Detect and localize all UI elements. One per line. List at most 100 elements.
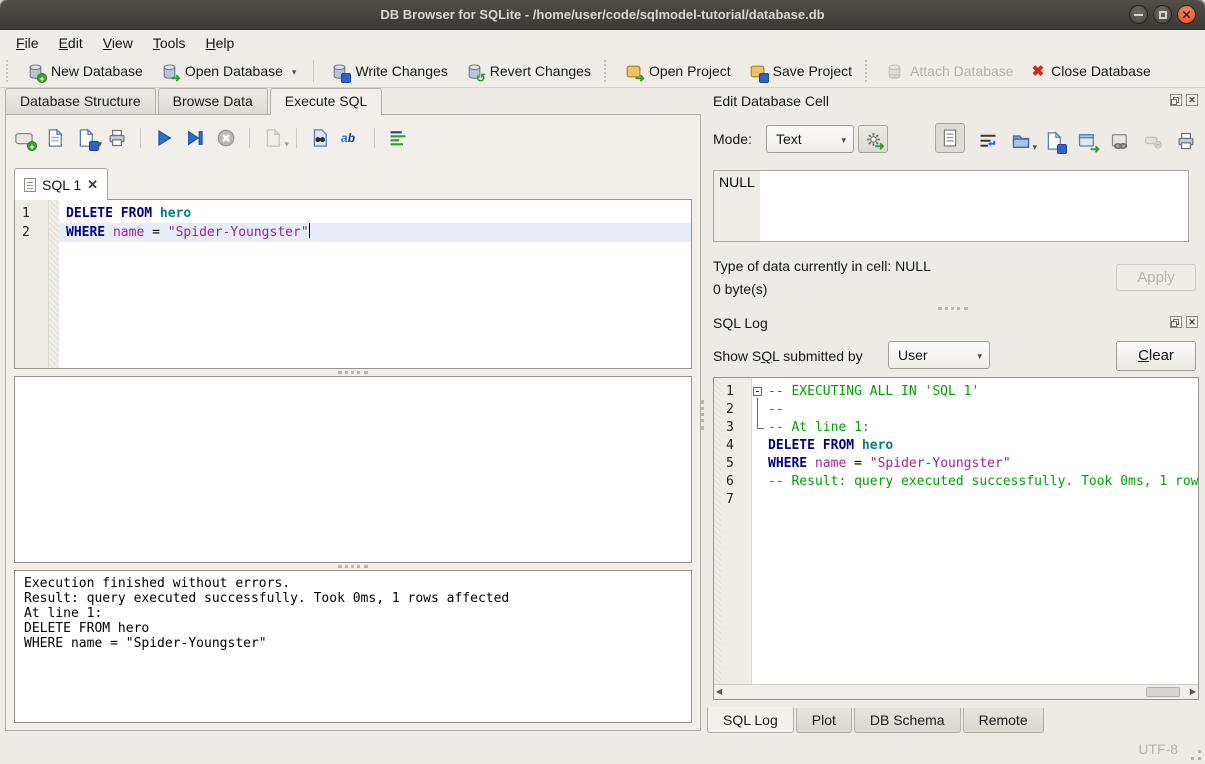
log-line: DELETE FROM hero	[752, 437, 1198, 455]
new-database-button[interactable]: + New Database	[18, 59, 152, 84]
float-panel-icon[interactable]	[1170, 94, 1182, 106]
tab-execute-sql[interactable]: Execute SQL	[270, 88, 383, 115]
close-panel-icon[interactable]: ✕	[1186, 316, 1198, 328]
fold-marker[interactable]	[752, 383, 768, 401]
menu-view[interactable]: View	[93, 32, 143, 54]
sql-tab-close-icon[interactable]: ✕	[87, 178, 98, 191]
editor-code[interactable]: DELETE FROM heroWHERE name = "Spider-You…	[59, 200, 691, 368]
close-database-button[interactable]: ✖ Close Database	[1023, 59, 1160, 84]
toolbar-drag-handle[interactable]	[865, 60, 871, 82]
new-database-label: New Database	[51, 63, 143, 79]
editor-results-splitter[interactable]	[338, 371, 368, 374]
tab-browse-data[interactable]: Browse Data	[158, 88, 268, 114]
menu-file[interactable]: File	[6, 32, 49, 54]
print-cell-icon[interactable]	[1176, 131, 1196, 151]
log-horizontal-scrollbar[interactable]: ◀ ▶	[714, 684, 1198, 699]
find-in-sql-icon[interactable]	[310, 128, 330, 148]
attach-database-button[interactable]: Attach Database	[877, 59, 1023, 84]
write-changes-button[interactable]: Write Changes	[322, 59, 456, 84]
open-in-external-app-icon[interactable]: ➜	[1077, 131, 1097, 151]
open-sql-file-icon[interactable]	[45, 128, 65, 148]
sql-editor[interactable]: 12 DELETE FROM heroWHERE name = "Spider-…	[14, 199, 692, 369]
menu-tools[interactable]: Tools	[143, 32, 196, 54]
save-project-icon	[749, 63, 766, 80]
export-cell-data-icon[interactable]	[1044, 131, 1064, 151]
new-sql-tab-icon[interactable]: +	[14, 128, 34, 148]
apply-cell-mode-button[interactable]: ➜	[858, 125, 888, 153]
cell-edit-area[interactable]	[760, 171, 1188, 241]
execute-current-line-icon[interactable]	[185, 128, 205, 148]
fold-marker	[752, 437, 768, 455]
toolbar-separator	[374, 128, 375, 148]
sql-document-tab[interactable]: SQL 1 ✕	[14, 168, 108, 200]
close-panel-icon[interactable]: ✕	[1186, 94, 1198, 106]
scroll-right-icon[interactable]: ▶	[1190, 685, 1196, 699]
maximize-button[interactable]	[1153, 5, 1172, 24]
set-null-icon[interactable]	[1143, 131, 1163, 151]
status-bar: UTF-8	[0, 734, 1205, 764]
cell-type-label: Type of data currently in cell: NULL	[713, 258, 931, 274]
stop-execution-icon[interactable]	[216, 128, 236, 148]
revert-changes-icon: ↺	[466, 63, 483, 80]
sql-log-view[interactable]: 1234567 -- EXECUTING ALL IN 'SQL 1'---- …	[713, 377, 1199, 700]
message-line: At line 1:	[24, 606, 682, 621]
toolbar-separator	[296, 128, 297, 148]
scroll-left-icon[interactable]: ◀	[716, 685, 722, 699]
log-code[interactable]: -- EXECUTING ALL IN 'SQL 1'---- At line …	[752, 378, 1198, 699]
sql-document-icon	[24, 178, 36, 192]
tab-database-structure[interactable]: Database Structure	[5, 88, 156, 114]
sql-log-panel-title: SQL Log	[713, 315, 768, 331]
sql-log-filter-select[interactable]: User ▾	[888, 341, 990, 369]
bottom-tab-db-schema[interactable]: DB Schema	[854, 708, 961, 733]
format-sql-icon[interactable]	[388, 128, 408, 148]
replace-in-sql-icon[interactable]: ab	[341, 128, 361, 148]
code-line: WHERE name = "Spider-Youngster"	[59, 223, 691, 242]
message-line: Result: query executed successfully. Too…	[24, 591, 682, 606]
write-changes-icon	[331, 63, 348, 80]
open-database-dropdown-caret[interactable]: ▾	[292, 67, 297, 80]
float-panel-icon[interactable]	[1170, 316, 1182, 328]
open-database-button[interactable]: ➜ Open Database ▾	[152, 59, 306, 84]
toolbar-separator	[249, 128, 250, 148]
minimize-button[interactable]	[1129, 5, 1148, 24]
scrollbar-thumb[interactable]	[1146, 687, 1180, 697]
log-fold-margin	[714, 378, 721, 699]
results-grid[interactable]	[14, 376, 692, 563]
bottom-tab-bar: SQL LogPlotDB SchemaRemote	[707, 708, 1044, 733]
text-mode-button[interactable]	[935, 123, 965, 153]
clear-log-button[interactable]: Clear	[1116, 341, 1196, 371]
copy-link-icon[interactable]	[1110, 131, 1130, 151]
close-button[interactable]: ✕	[1177, 5, 1196, 24]
menu-edit[interactable]: Edit	[49, 32, 93, 54]
revert-changes-button[interactable]: ↺ Revert Changes	[457, 59, 600, 84]
bottom-tab-remote[interactable]: Remote	[963, 708, 1044, 733]
save-project-button[interactable]: Save Project	[740, 59, 861, 84]
resize-grip[interactable]	[1191, 750, 1201, 760]
import-cell-data-icon[interactable]: ▾	[1011, 131, 1031, 151]
fold-marker	[752, 455, 768, 473]
cell-value: NULL	[714, 171, 760, 241]
execution-message[interactable]: Execution finished without errors.Result…	[14, 570, 692, 723]
app-window: DB Browser for SQLite - /home/user/code/…	[0, 0, 1205, 764]
dock-splitter[interactable]	[938, 307, 968, 310]
save-results-icon[interactable]: ▾	[263, 128, 283, 148]
menu-help[interactable]: Help	[196, 32, 245, 54]
word-wrap-icon[interactable]	[978, 131, 998, 151]
open-project-button[interactable]: ➜ Open Project	[616, 59, 740, 84]
results-message-splitter[interactable]	[338, 565, 368, 568]
toolbar-drag-handle[interactable]	[6, 60, 12, 82]
title-bar[interactable]: DB Browser for SQLite - /home/user/code/…	[0, 0, 1205, 30]
apply-button[interactable]: Apply	[1116, 264, 1196, 291]
print-icon[interactable]	[107, 128, 127, 148]
text-document-icon	[942, 129, 958, 147]
execute-all-icon[interactable]	[154, 128, 174, 148]
mode-select[interactable]: Text ▾	[766, 125, 854, 153]
bottom-tab-sql-log[interactable]: SQL Log	[707, 707, 794, 733]
toolbar-drag-handle[interactable]	[604, 60, 610, 82]
sql-log-filter-label: Show SQL submitted by	[713, 348, 863, 364]
save-sql-file-icon[interactable]: ▾	[76, 128, 96, 148]
sql-log-dock-buttons: ✕	[1170, 316, 1198, 328]
bottom-tab-plot[interactable]: Plot	[796, 708, 852, 733]
line-number: 5	[721, 455, 751, 473]
cell-value-editor[interactable]: NULL	[713, 170, 1189, 242]
